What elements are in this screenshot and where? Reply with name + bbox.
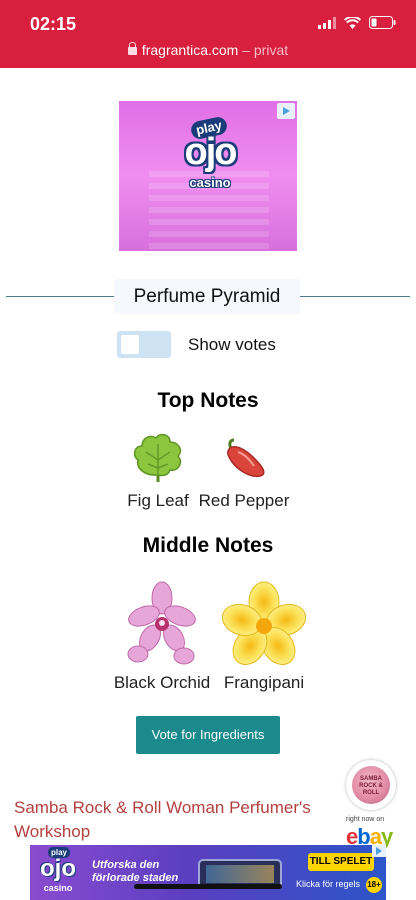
casino-logo-small: play ojo casino [34, 847, 82, 897]
ad-fine-print: Klicka för regels [296, 879, 361, 889]
fig-leaf-icon [133, 433, 182, 482]
note-label: Black Orchid [113, 673, 211, 692]
toggle-knob [121, 335, 139, 354]
url-bar[interactable]: fragrantica.com – privat [0, 42, 416, 58]
home-indicator[interactable] [134, 884, 282, 889]
red-pepper-icon [227, 438, 265, 478]
product-image-text: SAMBA ROCK & ROLL [359, 776, 383, 796]
show-votes-toggle[interactable] [117, 331, 171, 358]
note-fig-leaf[interactable]: Fig Leaf [124, 430, 192, 511]
frangipani-icon [221, 581, 307, 665]
related-perfume-link[interactable]: Samba Rock & Roll Woman Perfumer's Works… [14, 796, 334, 844]
ad-choices-icon[interactable] [372, 845, 386, 857]
product-image: SAMBA ROCK & ROLL [352, 766, 390, 804]
logo-ojo-text: ojo [184, 131, 238, 173]
divider-right [300, 296, 410, 297]
status-time: 02:15 [30, 14, 77, 34]
age-badge: 18+ [366, 877, 382, 893]
show-votes-label: Show votes [188, 335, 276, 354]
casino-logo: play ojo casino [169, 115, 251, 193]
ad-cta-button[interactable]: TILL SPELET [308, 853, 374, 871]
lock-icon [127, 42, 137, 55]
wifi-icon [344, 16, 361, 29]
logo-casino-text: casino [189, 175, 231, 190]
divider-left [6, 296, 114, 297]
pyramid-title: Perfume Pyramid [114, 279, 300, 314]
note-frangipani[interactable]: Frangipani [216, 580, 312, 693]
url-private-label: – privat [242, 42, 289, 58]
ebay-product-thumbnail[interactable]: SAMBA ROCK & ROLL [346, 760, 396, 810]
orchid-icon [127, 581, 196, 665]
middle-notes-title: Middle Notes [142, 534, 274, 557]
signal-icon [318, 16, 336, 29]
url-domain: fragrantica.com [141, 42, 239, 58]
logo-ojo-text: ojo [40, 855, 76, 882]
top-notes-title: Top Notes [157, 389, 259, 412]
browser-header: 02:15 fragrantica.com – privat [0, 0, 416, 68]
logo-casino-text: casino [43, 883, 73, 893]
bottom-advertisement[interactable]: play ojo casino Utforska den förlorade s… [30, 845, 386, 900]
note-label: Fig Leaf [127, 491, 189, 510]
battery-icon [369, 16, 396, 29]
ad-choices-icon[interactable] [277, 103, 295, 119]
note-red-pepper[interactable]: Red Pepper [196, 430, 292, 511]
note-label: Frangipani [223, 673, 305, 692]
ebay-caption: right now on [346, 816, 385, 823]
ad-tagline: Utforska den förlorade staden [92, 859, 179, 884]
vote-for-ingredients-button[interactable]: Vote for Ingredients [136, 716, 280, 754]
status-icons [318, 16, 396, 29]
top-advertisement[interactable]: play ojo casino [119, 101, 297, 251]
note-label: Red Pepper [198, 491, 290, 510]
note-black-orchid[interactable]: Black Orchid [110, 580, 214, 693]
